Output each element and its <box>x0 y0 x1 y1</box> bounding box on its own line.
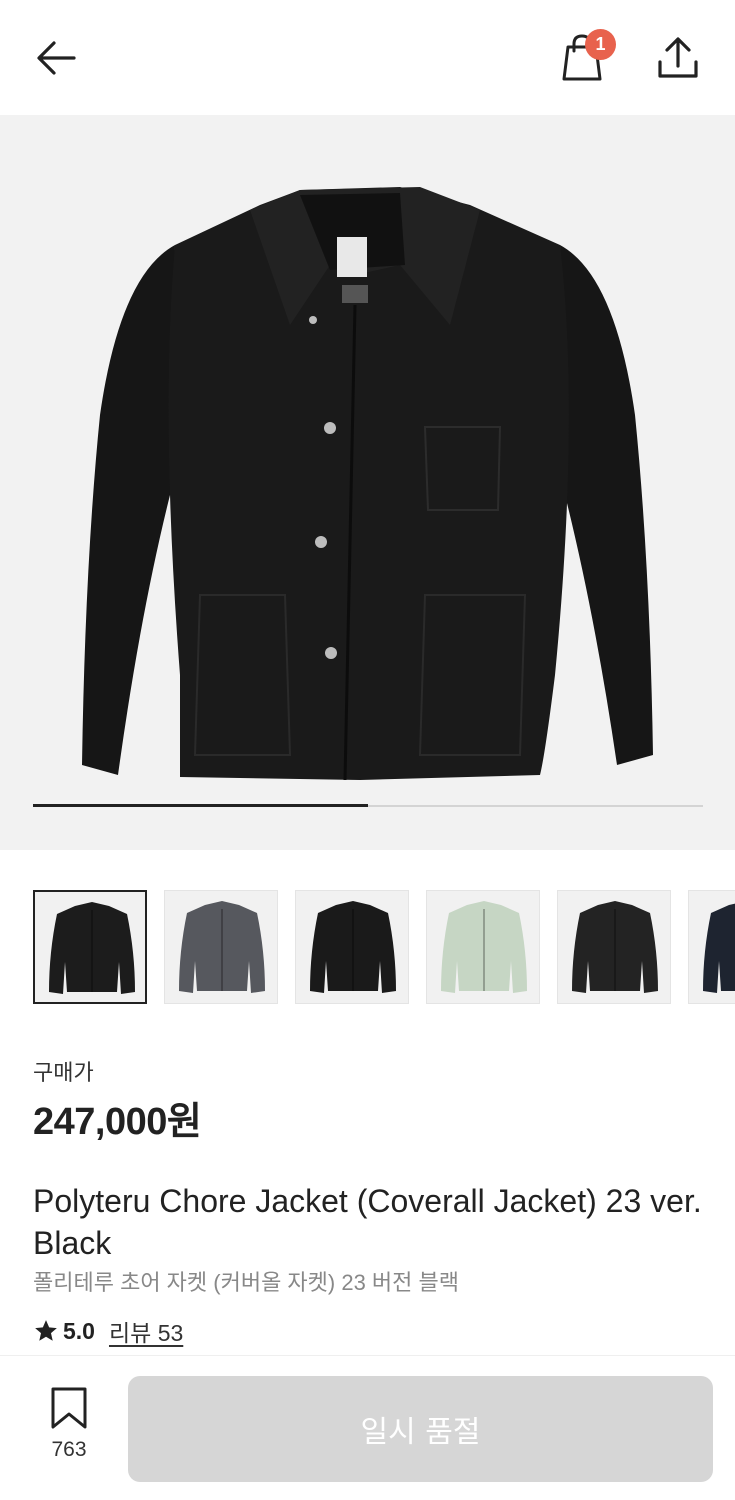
star-icon <box>35 1320 57 1341</box>
top-bar: 1 <box>0 0 735 115</box>
product-title: Polyteru Chore Jacket (Coverall Jacket) … <box>33 1183 702 1261</box>
cart-count-badge: 1 <box>585 29 616 60</box>
carousel-progress-fill <box>33 804 368 807</box>
thumbnail-jacket-image <box>441 901 527 993</box>
rating-row: 5.0 리뷰 53 <box>33 1314 183 1348</box>
price-value: 247,000원 <box>33 1101 202 1143</box>
product-image-carousel[interactable] <box>0 115 735 850</box>
thumbnail-item[interactable] <box>33 890 147 1004</box>
bookmark-icon <box>51 1387 87 1429</box>
carousel-progress-bar <box>33 804 703 807</box>
thumbnail-strip[interactable] <box>33 890 735 1004</box>
thumbnail-item[interactable] <box>557 890 671 1004</box>
bookmark-button[interactable]: 763 <box>36 1386 102 1466</box>
share-button[interactable] <box>650 28 706 88</box>
back-button[interactable] <box>28 30 84 86</box>
thumbnail-jacket-image <box>310 901 396 993</box>
thumbnail-item[interactable] <box>688 890 735 1004</box>
bottom-action-bar: 763 일시 품절 <box>0 1355 735 1500</box>
rating-value: 5.0 <box>63 1317 95 1344</box>
thumbnail-item[interactable] <box>164 890 278 1004</box>
share-upload-icon <box>658 37 698 78</box>
thumbnail-jacket-image <box>49 902 135 994</box>
sold-out-button[interactable]: 일시 품절 <box>128 1376 713 1482</box>
review-link[interactable]: 리뷰 53 <box>109 1314 183 1348</box>
thumbnail-jacket-image <box>703 903 735 993</box>
thumbnail-item[interactable] <box>426 890 540 1004</box>
price-label: 구매가 <box>33 1060 94 1085</box>
product-image-jacket <box>82 187 653 781</box>
thumbnail-item[interactable] <box>295 890 409 1004</box>
thumbnail-jacket-image <box>179 901 265 993</box>
thumbnail-jacket-image <box>572 901 658 993</box>
product-subtitle: 폴리테루 초어 자켓 (커버올 자켓) 23 버전 블랙 <box>33 1270 459 1295</box>
arrow-left-icon <box>37 41 76 75</box>
bookmark-count: 763 <box>51 1438 87 1461</box>
